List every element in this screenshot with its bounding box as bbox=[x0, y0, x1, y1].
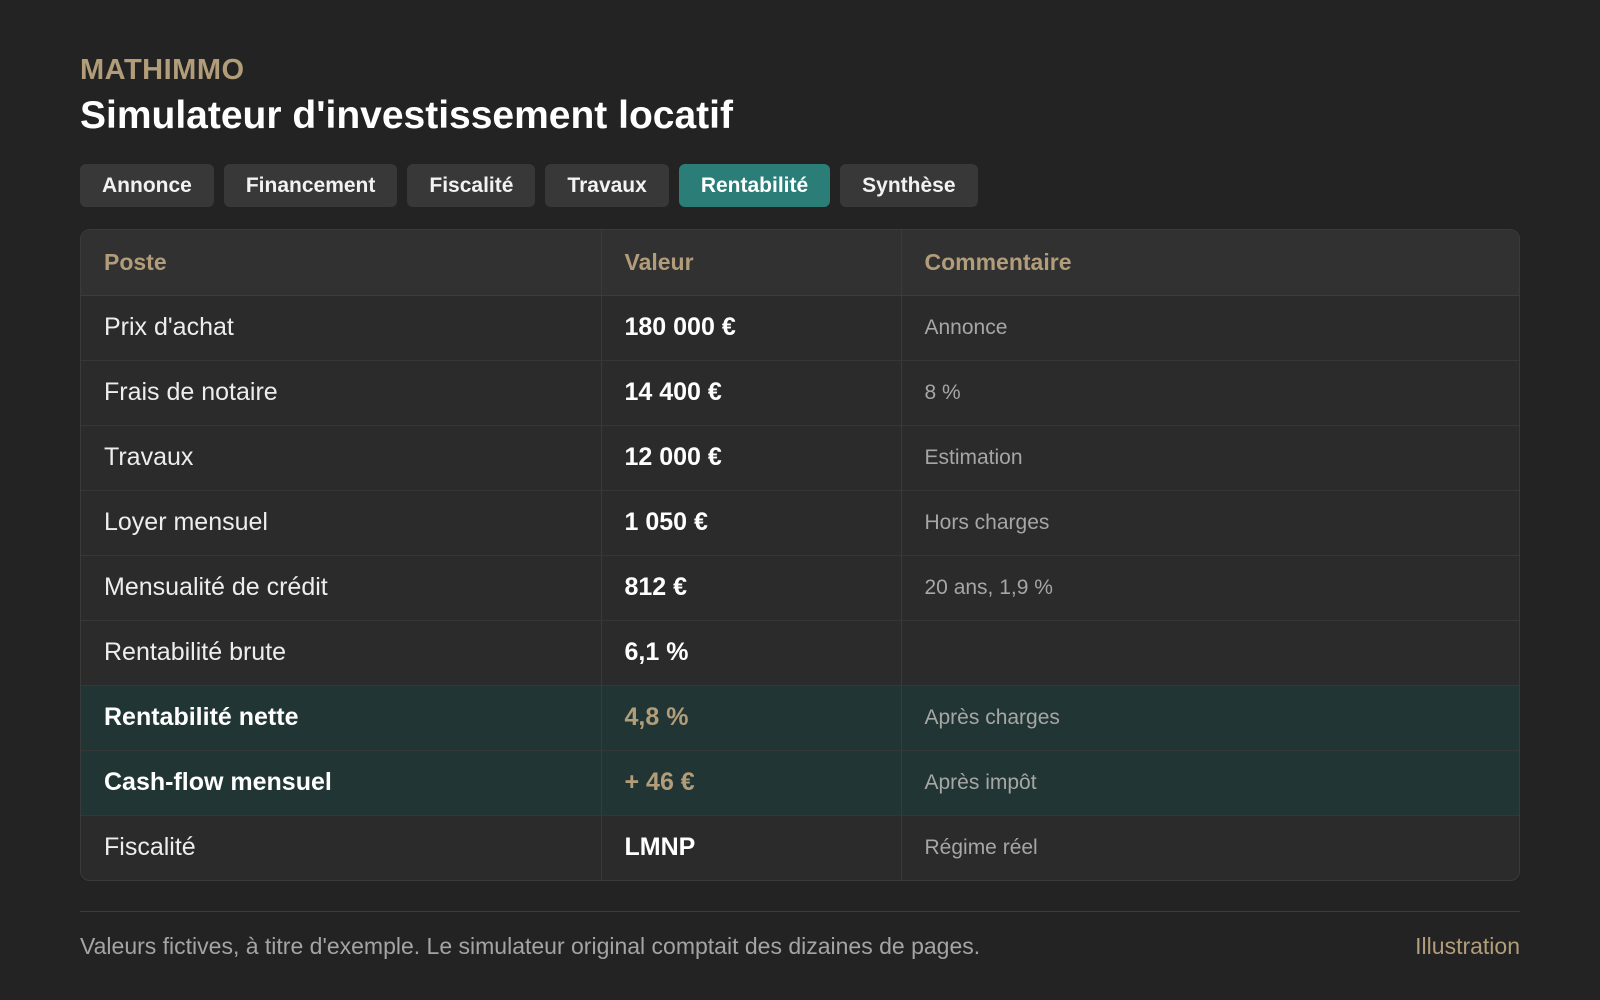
table-header-row: Poste Valeur Commentaire bbox=[81, 230, 1519, 296]
row-label: Loyer mensuel bbox=[81, 490, 601, 556]
footer-divider bbox=[80, 911, 1520, 912]
row-label: Prix d'achat bbox=[81, 295, 601, 361]
row-value: 6,1 % bbox=[600, 620, 901, 686]
table-row-highlighted: Rentabilité nette 4,8 % Après charges bbox=[81, 685, 1519, 751]
row-label: Cash-flow mensuel bbox=[81, 750, 601, 816]
tab-fiscalite[interactable]: Fiscalité bbox=[407, 164, 536, 207]
column-header-valeur: Valeur bbox=[600, 230, 901, 296]
footer-note: Valeurs fictives, à titre d'exemple. Le … bbox=[80, 933, 981, 959]
row-comment bbox=[900, 620, 1519, 686]
row-value: LMNP bbox=[600, 815, 901, 880]
row-value: 4,8 % bbox=[600, 685, 901, 751]
tab-financement[interactable]: Financement bbox=[223, 164, 398, 207]
page: MATHIMMO Simulateur d'investissement loc… bbox=[80, 52, 1520, 962]
results-table: Poste Valeur Commentaire Prix d'achat 18… bbox=[80, 229, 1520, 881]
table-row: Fiscalité LMNP Régime réel bbox=[81, 815, 1519, 880]
tab-synthese[interactable]: Synthèse bbox=[840, 164, 978, 207]
footer: Valeurs fictives, à titre d'exemple. Le … bbox=[80, 930, 1520, 962]
table-row: Loyer mensuel 1 050 € Hors charges bbox=[81, 490, 1519, 556]
row-comment: Annonce bbox=[900, 295, 1519, 361]
table-row: Prix d'achat 180 000 € Annonce bbox=[81, 295, 1519, 361]
row-comment: Estimation bbox=[900, 425, 1519, 491]
row-comment: Hors charges bbox=[900, 490, 1519, 556]
row-label: Rentabilité nette bbox=[81, 685, 601, 751]
row-comment: 20 ans, 1,9 % bbox=[900, 555, 1519, 621]
row-label: Frais de notaire bbox=[81, 360, 601, 426]
brand-name: MATHIMMO bbox=[80, 54, 245, 86]
row-label: Rentabilité brute bbox=[81, 620, 601, 686]
column-header-poste: Poste bbox=[81, 230, 601, 296]
row-comment: Après charges bbox=[900, 685, 1519, 751]
table-row: Travaux 12 000 € Estimation bbox=[81, 425, 1519, 491]
tab-travaux[interactable]: Travaux bbox=[545, 164, 669, 207]
page-title: Simulateur d'investissement locatif bbox=[80, 94, 733, 137]
footer-tag: Illustration bbox=[1415, 933, 1520, 959]
table-row: Rentabilité brute 6,1 % bbox=[81, 620, 1519, 686]
row-value: 812 € bbox=[600, 555, 901, 621]
row-value: 1 050 € bbox=[600, 490, 901, 556]
row-value: + 46 € bbox=[600, 750, 901, 816]
row-comment: 8 % bbox=[900, 360, 1519, 426]
row-label: Mensualité de crédit bbox=[81, 555, 601, 621]
table-row: Mensualité de crédit 812 € 20 ans, 1,9 % bbox=[81, 555, 1519, 621]
row-label: Fiscalité bbox=[104, 833, 196, 862]
tab-bar: Annonce Financement Fiscalité Travaux Re… bbox=[80, 164, 1520, 207]
tab-annonce[interactable]: Annonce bbox=[80, 164, 214, 207]
table-row-highlighted: Cash-flow mensuel + 46 € Après impôt bbox=[81, 750, 1519, 816]
row-label: Travaux bbox=[81, 425, 601, 491]
row-value: 14 400 € bbox=[600, 360, 901, 426]
row-value: 12 000 € bbox=[600, 425, 901, 491]
row-value: 180 000 € bbox=[600, 295, 901, 361]
tab-rentabilite[interactable]: Rentabilité bbox=[678, 164, 831, 207]
table-row: Frais de notaire 14 400 € 8 % bbox=[81, 360, 1519, 426]
column-header-commentaire: Commentaire bbox=[900, 230, 1519, 296]
row-comment: Régime réel bbox=[900, 815, 1519, 880]
row-comment: Après impôt bbox=[900, 750, 1519, 816]
